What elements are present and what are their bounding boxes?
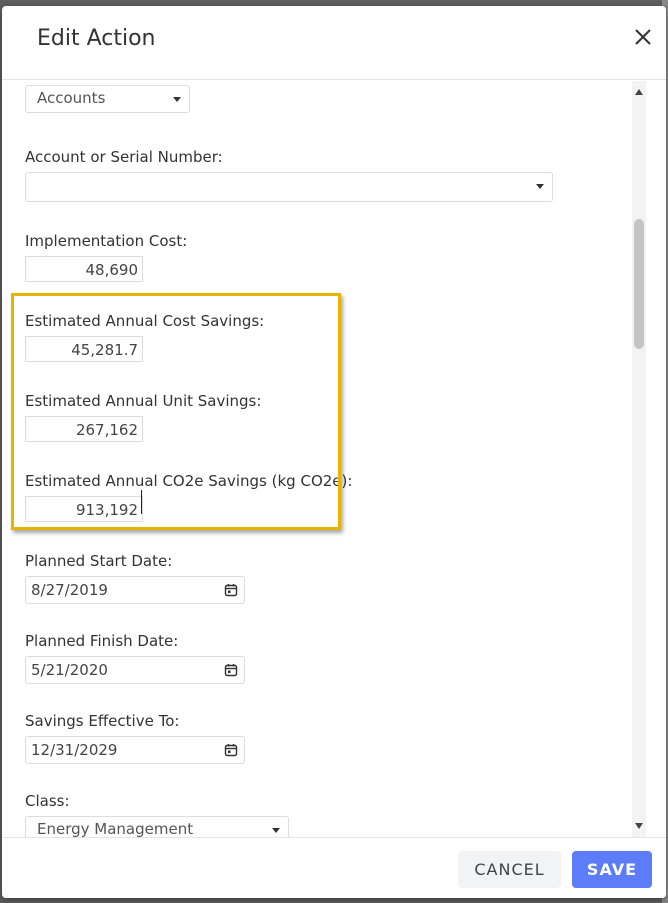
planned-finish-value: 5/21/2020 bbox=[31, 661, 108, 679]
calendar-icon[interactable] bbox=[224, 743, 238, 757]
class-label: Class: bbox=[25, 792, 70, 810]
scroll-up-arrow[interactable] bbox=[632, 85, 646, 99]
planned-start-input[interactable]: 8/27/2019 bbox=[25, 576, 245, 604]
chevron-down-icon bbox=[272, 828, 280, 833]
savings-effective-to-label: Savings Effective To: bbox=[25, 712, 180, 730]
savings-effective-to-value: 12/31/2029 bbox=[31, 741, 118, 759]
account-serial-label: Account or Serial Number: bbox=[25, 148, 223, 166]
dialog-title: Edit Action bbox=[37, 26, 156, 51]
triangle-up-icon bbox=[635, 89, 643, 95]
planned-start-value: 8/27/2019 bbox=[31, 581, 108, 599]
planned-finish-label: Planned Finish Date: bbox=[25, 632, 179, 650]
account-serial-select[interactable] bbox=[25, 172, 553, 202]
scrollbar[interactable] bbox=[632, 81, 646, 837]
type-select-value: Accounts bbox=[37, 89, 106, 107]
scroll-down-arrow[interactable] bbox=[632, 819, 646, 833]
close-icon bbox=[635, 29, 651, 45]
class-select[interactable]: Energy Management bbox=[25, 816, 289, 837]
highlight-annotation bbox=[11, 293, 341, 530]
type-select[interactable]: Accounts bbox=[25, 85, 190, 113]
dialog-footer: CANCEL SAVE bbox=[2, 837, 666, 898]
planned-finish-input[interactable]: 5/21/2020 bbox=[25, 656, 245, 684]
dialog-header: Edit Action bbox=[2, 6, 666, 80]
scroll-thumb[interactable] bbox=[634, 219, 644, 349]
implementation-cost-label: Implementation Cost: bbox=[25, 232, 188, 250]
close-button[interactable] bbox=[632, 26, 654, 48]
cancel-button[interactable]: CANCEL bbox=[458, 851, 561, 888]
chevron-down-icon bbox=[173, 97, 181, 102]
chevron-down-icon bbox=[536, 184, 544, 189]
text-cursor bbox=[141, 490, 142, 514]
class-select-value: Energy Management bbox=[37, 820, 194, 837]
calendar-icon[interactable] bbox=[224, 583, 238, 597]
savings-effective-to-input[interactable]: 12/31/2029 bbox=[25, 736, 245, 764]
save-button[interactable]: SAVE bbox=[572, 851, 652, 888]
implementation-cost-input[interactable]: 48,690 bbox=[25, 256, 143, 282]
calendar-icon[interactable] bbox=[224, 663, 238, 677]
planned-start-label: Planned Start Date: bbox=[25, 552, 173, 570]
triangle-down-icon bbox=[635, 823, 643, 829]
